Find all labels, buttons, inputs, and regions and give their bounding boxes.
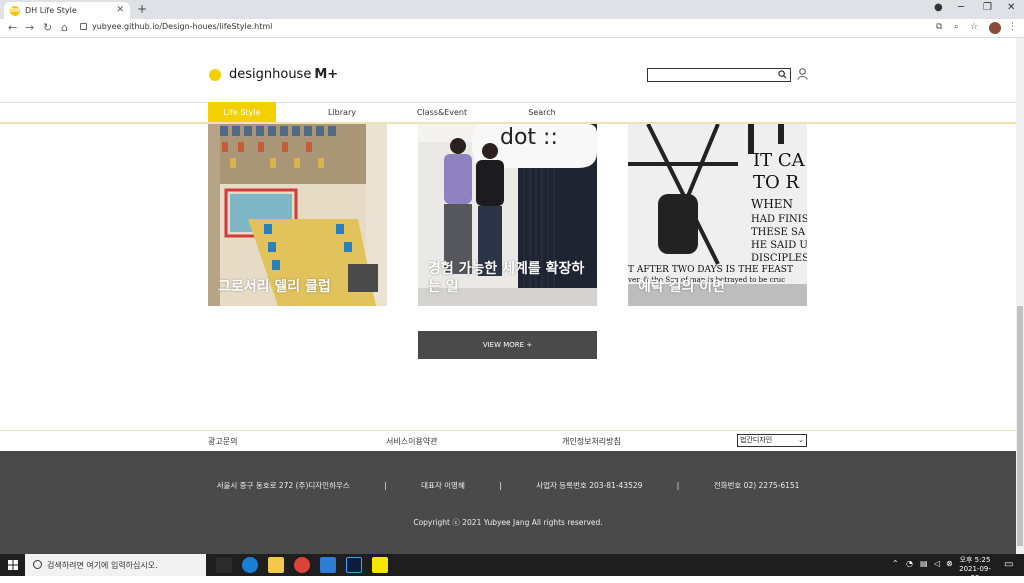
chrome-icon[interactable] (294, 557, 310, 573)
info-ceo: 대표자 이영혜 (421, 481, 465, 490)
tray-up-arrow-icon[interactable]: ⌃ (892, 559, 899, 568)
vscode-icon[interactable] (320, 557, 336, 573)
search-box (647, 68, 791, 88)
file-explorer-icon[interactable] (268, 557, 284, 573)
tab-strip: DH DH Life Style ✕ + ● ─ ❐ ✕ (0, 0, 1024, 19)
taskbar: 검색하려면 여기에 입력하십시오. ⌃ ◔ ▤ ◁ ⊗ 오후 5:25 2021… (0, 554, 1024, 582)
card-dot-text: dot :: (500, 125, 558, 150)
card-letter-line: DISCIPLES, (751, 253, 807, 264)
card-caption: 그로서리 델리 클럽 (218, 278, 331, 295)
favicon-icon: DH (10, 5, 20, 16)
card-letter-line: HAD FINIS (751, 214, 807, 225)
back-icon[interactable]: ← (8, 21, 17, 34)
card-letter-line: TO R (753, 172, 799, 193)
info-separator: | (499, 481, 502, 490)
footer-links: 광고문의 서비스이용약관 개인정보처리방침 법간디자인 ⌄ (0, 431, 1016, 451)
profile-avatar[interactable] (989, 22, 1001, 34)
article-card[interactable]: IT CA TO R WHEN HAD FINIS THESE SA HE SA… (628, 124, 807, 306)
copyright: Copyright ⓒ 2021 Yubyee Jang All rights … (413, 518, 603, 527)
tray-volume-icon[interactable]: ◁ (934, 559, 940, 568)
close-tab-icon[interactable]: ✕ (116, 5, 124, 15)
web-page: designhouse M+ Life Style Library Class&… (0, 38, 1016, 554)
footer: 서울시 중구 동호로 272 (주)디자인하우스 | 대표자 이영혜 | 사업자… (0, 451, 1016, 554)
menu-dots-icon[interactable]: ⋮ (1008, 22, 1017, 32)
nav-library[interactable]: Library (308, 102, 376, 122)
translate-icon[interactable]: ⧉ (936, 22, 942, 32)
family-site-select[interactable]: 법간디자인 ⌄ (737, 434, 807, 447)
info-phone: 전화번호 02) 2275-6151 (713, 481, 800, 490)
taskbar-search-text: 검색하려면 여기에 입력하십시오. (47, 560, 158, 570)
home-icon[interactable]: ⌂ (61, 21, 68, 34)
nav-life-style[interactable]: Life Style (208, 102, 276, 122)
footer-link-terms[interactable]: 서비스이용약관 (386, 436, 438, 447)
family-site-value: 법간디자인 (740, 436, 773, 444)
tray-wifi-icon[interactable]: ▤ (920, 559, 928, 568)
logo-dot-icon (209, 68, 221, 81)
zoom-icon[interactable]: ⌕ (954, 22, 959, 32)
tray-network-icon[interactable]: ◔ (906, 559, 913, 568)
search-input[interactable] (648, 75, 773, 88)
company-info: 서울시 중구 동호로 272 (주)디자인하우스 | 대표자 이영혜 | 사업자… (0, 480, 1016, 491)
article-card[interactable]: 그로서리 델리 클럽 (208, 124, 387, 306)
card-letter-line: HE SAID U (751, 240, 807, 251)
bookmark-star-icon[interactable]: ☆ (970, 22, 978, 32)
nav-search[interactable]: Search (508, 102, 576, 122)
logo-text: designhouse (229, 67, 312, 82)
tray-security-icon[interactable]: ⊗ (946, 559, 953, 568)
clock-date: 2021-09-29 (959, 565, 991, 583)
tab-title: DH Life Style (25, 6, 77, 15)
user-icon[interactable] (797, 68, 808, 80)
taskbar-clock[interactable]: 오후 5:25 2021-09-29 (955, 556, 995, 583)
record-icon[interactable]: ● (934, 2, 943, 13)
card-letter-line: THESE SA (751, 227, 806, 238)
reload-icon[interactable]: ↻ (43, 21, 52, 34)
address-bar: ← → ↻ ⌂ yubyee.github.io/Design-houes/li… (0, 19, 1024, 38)
url-field[interactable]: yubyee.github.io/Design-houes/lifeStyle.… (80, 22, 272, 31)
footer-link-privacy[interactable]: 개인정보처리방침 (562, 436, 621, 447)
nav-class-event[interactable]: Class&Event (408, 102, 476, 122)
view-more-button[interactable]: VIEW MORE + (418, 331, 597, 359)
logo-suffix: M+ (314, 67, 339, 82)
card-caption: 경험 가능한 세계를 확장하는 일 (428, 260, 585, 295)
card-letter-line: WHEN (751, 197, 793, 211)
card-letter-line: T AFTER TWO DAYS IS THE FEAST (628, 265, 793, 275)
search-icon[interactable] (778, 70, 787, 79)
scrollbar[interactable] (1016, 38, 1024, 554)
info-address: 서울시 중구 동호로 272 (주)디자인하우스 (216, 481, 350, 490)
new-tab-icon[interactable]: + (137, 2, 147, 16)
minimize-icon[interactable]: ─ (958, 2, 964, 13)
clock-time: 오후 5:25 (959, 556, 991, 564)
url-text: yubyee.github.io/Design-houes/lifeStyle.… (92, 22, 273, 31)
taskbar-search[interactable]: 검색하려면 여기에 입력하십시오. (25, 554, 206, 576)
search-icon (33, 560, 42, 569)
site-logo[interactable]: designhouse M+ (209, 67, 338, 82)
kakaotalk-icon[interactable] (372, 557, 388, 573)
main-nav: Life Style Library Class&Event Search (208, 102, 578, 122)
restore-icon[interactable]: ❐ (983, 2, 992, 13)
task-view-icon[interactable] (216, 557, 232, 573)
notification-icon[interactable]: ▭ (1004, 559, 1013, 570)
close-window-icon[interactable]: ✕ (1007, 2, 1015, 13)
info-separator: | (384, 481, 387, 490)
footer-link-ad[interactable]: 광고문의 (208, 436, 237, 447)
forward-icon[interactable]: → (25, 21, 34, 34)
photoshop-icon[interactable] (346, 557, 362, 573)
browser-tab[interactable]: DH DH Life Style ✕ (4, 2, 130, 19)
edge-icon[interactable] (242, 557, 258, 573)
info-separator: | (676, 481, 680, 490)
scrollbar-thumb[interactable] (1017, 306, 1023, 546)
article-card[interactable]: dot :: 경험 가능한 세계를 확장하는 일 (418, 124, 597, 306)
info-business-number: 사업자 등록번호 203-81-43529 (536, 481, 643, 490)
lock-icon (80, 23, 87, 30)
card-letter-line: IT CA (753, 150, 806, 171)
chevron-down-icon: ⌄ (798, 436, 804, 444)
card-caption: 예락 길의 이면 (638, 278, 726, 295)
windows-start-icon[interactable] (8, 560, 18, 570)
